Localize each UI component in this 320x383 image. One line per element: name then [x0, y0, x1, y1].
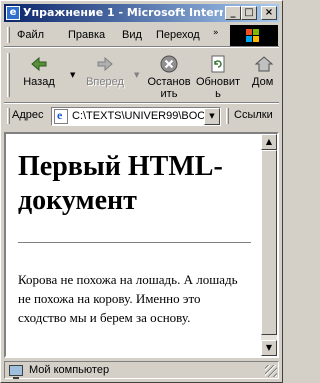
forward-label: Вперед: [86, 76, 124, 88]
vertical-scrollbar[interactable]: ▲ ▼: [261, 134, 277, 356]
scroll-down-button[interactable]: ▼: [261, 340, 277, 356]
refresh-label-wrap: ь: [215, 88, 221, 100]
forward-arrow-icon: [97, 56, 113, 72]
toolbar-grip[interactable]: [7, 53, 10, 97]
stop-label-wrap: ить: [160, 88, 178, 100]
maximize-button[interactable]: □: [241, 6, 257, 20]
down-arrow-icon: ▼: [265, 343, 273, 352]
stop-icon: [160, 55, 178, 73]
links-label[interactable]: Ссылки: [234, 109, 273, 121]
back-button[interactable]: Назад: [15, 51, 63, 99]
address-dropdown-icon[interactable]: ▼: [204, 108, 220, 125]
browser-window: e Упражнение 1 - Microsoft Internet Expl…: [0, 0, 283, 383]
refresh-icon: [211, 55, 225, 73]
scroll-thumb[interactable]: [261, 150, 277, 335]
menu-edit[interactable]: Правка: [68, 27, 105, 43]
menu-view[interactable]: Вид: [122, 27, 142, 43]
ie-logo-icon[interactable]: e: [6, 6, 20, 20]
menu-go[interactable]: Переход: [156, 27, 200, 43]
address-input[interactable]: C:\TEXTS\UNIVER99\BOOK ▼: [51, 107, 221, 126]
up-arrow-icon: ▲: [265, 137, 273, 146]
stop-label: Останов: [147, 76, 191, 88]
back-label: Назад: [23, 76, 55, 88]
minimize-button[interactable]: _: [225, 6, 241, 20]
status-text: Мой компьютер: [29, 364, 110, 376]
scroll-up-button[interactable]: ▲: [261, 134, 277, 150]
page-heading: Первый HTML-документ: [18, 151, 223, 216]
minimize-icon: _: [230, 7, 236, 18]
document-viewport: Первый HTML-документ Корова не похожа на…: [4, 132, 279, 358]
refresh-label: Обновит: [195, 76, 241, 88]
windows-flag-icon: [246, 29, 260, 42]
stop-button[interactable]: Останов ить: [145, 51, 193, 100]
maximize-icon: □: [244, 7, 254, 18]
close-icon: ×: [264, 7, 274, 18]
address-label: Адрес: [12, 109, 44, 121]
menu-bar: Файл Правка Вид Переход »: [4, 24, 279, 46]
home-label: Дом: [252, 76, 274, 88]
status-bar: Мой компьютер: [4, 360, 279, 380]
menu-more-chevron[interactable]: »: [213, 28, 219, 38]
status-pane: Мой компьютер: [4, 361, 279, 379]
home-button[interactable]: Дом: [248, 51, 279, 99]
page-paragraph: Корова не похожа на лошадь. А лошадь не …: [18, 272, 238, 325]
back-arrow-icon: [31, 56, 47, 72]
forward-dropdown-icon[interactable]: ▼: [134, 71, 139, 79]
forward-button[interactable]: Вперед: [81, 51, 129, 99]
title-bar[interactable]: e Упражнение 1 - Microsoft Internet Expl…: [4, 4, 279, 22]
menu-grip[interactable]: [7, 27, 10, 43]
my-computer-icon: [9, 365, 23, 379]
links-grip[interactable]: [226, 108, 229, 124]
resize-grip[interactable]: [265, 365, 277, 377]
standard-toolbar: Назад ▼ Вперед ▼ Останов ить Обновит ь Д…: [4, 49, 279, 102]
document-content: Первый HTML-документ Корова не похожа на…: [6, 134, 261, 356]
back-dropdown-icon[interactable]: ▼: [70, 71, 75, 79]
menu-file[interactable]: Файл: [17, 27, 44, 43]
separator: [4, 102, 279, 104]
address-grip[interactable]: [7, 108, 10, 124]
window-title: Упражнение 1 - Microsoft Internet Explor…: [23, 6, 223, 19]
page-icon: [54, 108, 68, 124]
refresh-button[interactable]: Обновит ь: [194, 51, 242, 100]
address-bar: Адрес C:\TEXTS\UNIVER99\BOOK ▼ Ссылки: [4, 105, 279, 128]
address-value[interactable]: C:\TEXTS\UNIVER99\BOOK: [72, 110, 204, 122]
windows-throbber: [230, 25, 278, 46]
close-button[interactable]: ×: [261, 6, 277, 20]
horizontal-rule: [18, 242, 251, 244]
separator: [4, 46, 279, 48]
home-icon: [254, 56, 274, 72]
